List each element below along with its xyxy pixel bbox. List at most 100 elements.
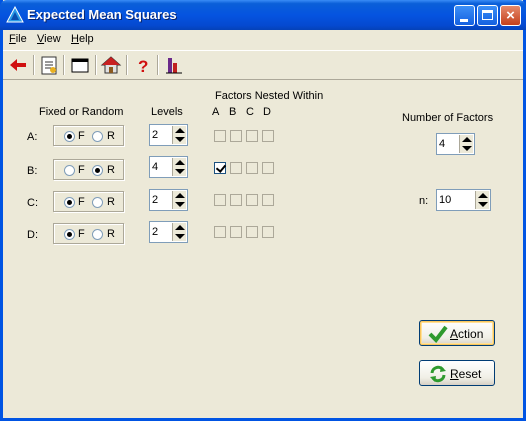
window-title: Expected Mean Squares xyxy=(27,7,177,22)
nested-a-in-d xyxy=(262,130,274,142)
nested-col-b: B xyxy=(229,106,237,118)
nested-b-in-c[interactable] xyxy=(246,162,258,174)
window-icon[interactable] xyxy=(69,54,92,77)
n-stepper[interactable] xyxy=(436,189,491,211)
fixed-radio-a[interactable] xyxy=(64,131,75,142)
menu-help-accel: H xyxy=(71,33,79,45)
nested-c-in-d[interactable] xyxy=(262,194,274,206)
nested-d-in-d xyxy=(262,226,274,238)
levels-stepper-d[interactable] xyxy=(149,221,188,243)
menu-help[interactable]: Help xyxy=(71,33,94,45)
reset-accel: R xyxy=(450,367,459,381)
levels-stepper-c[interactable] xyxy=(149,189,188,211)
spin-down-icon[interactable] xyxy=(175,234,185,239)
spin-up-icon[interactable] xyxy=(478,193,488,198)
nested-d-in-a[interactable] xyxy=(214,226,226,238)
fixed-label-c: F xyxy=(78,196,85,208)
nested-b-in-b xyxy=(230,162,242,174)
factor-label-d: D: xyxy=(27,229,38,241)
spin-down-icon[interactable] xyxy=(462,146,472,151)
spin-up-icon[interactable] xyxy=(175,160,185,165)
reset-rest: eset xyxy=(458,367,482,381)
action-label: Action xyxy=(450,327,483,341)
close-button[interactable]: × xyxy=(500,5,521,26)
help-icon[interactable]: ? xyxy=(131,54,154,77)
levels-spin-d[interactable] xyxy=(172,223,186,241)
main-window: Expected Mean Squares × File View Help ?… xyxy=(0,0,526,421)
levels-input-a[interactable] xyxy=(152,127,172,143)
random-radio-a[interactable] xyxy=(92,131,103,142)
home-icon[interactable] xyxy=(100,54,123,77)
action-accel: A xyxy=(450,327,459,341)
fixed-label-b: F xyxy=(78,164,85,176)
levels-input-d[interactable] xyxy=(152,224,172,240)
random-label-c: R xyxy=(107,196,115,208)
random-label-a: R xyxy=(107,130,115,142)
spin-up-icon[interactable] xyxy=(462,137,472,142)
minimize-button[interactable] xyxy=(454,5,475,26)
fixed-radio-d[interactable] xyxy=(64,229,75,240)
fixed-label-a: F xyxy=(78,130,85,142)
menu-file[interactable]: File xyxy=(9,33,27,45)
menu-help-rest: elp xyxy=(78,33,94,45)
refresh-icon xyxy=(430,365,446,383)
checkmark-icon xyxy=(428,325,448,344)
menu-file-rest: ile xyxy=(15,33,27,45)
num-factors-input[interactable] xyxy=(439,136,459,152)
n-spin[interactable] xyxy=(475,191,489,209)
nested-c-in-c xyxy=(246,194,258,206)
random-label-b: R xyxy=(107,164,115,176)
minimize-icon xyxy=(460,19,468,22)
num-factors-spin[interactable] xyxy=(459,135,473,153)
nested-d-in-b[interactable] xyxy=(230,226,242,238)
random-radio-d[interactable] xyxy=(92,229,103,240)
nested-col-d: D xyxy=(263,106,271,118)
n-input[interactable] xyxy=(439,192,473,208)
back-arrow-icon[interactable] xyxy=(7,54,30,77)
random-radio-c[interactable] xyxy=(92,197,103,208)
nested-c-in-b[interactable] xyxy=(230,194,242,206)
fixed-radio-b[interactable] xyxy=(64,165,75,176)
levels-spin-b[interactable] xyxy=(172,158,186,176)
fixed-label-d: F xyxy=(78,228,85,240)
nested-a-in-a xyxy=(214,130,226,142)
spin-up-icon[interactable] xyxy=(175,128,185,133)
maximize-button[interactable] xyxy=(477,5,498,26)
nested-b-in-d[interactable] xyxy=(262,162,274,174)
levels-input-c[interactable] xyxy=(152,192,172,208)
spin-up-icon[interactable] xyxy=(175,225,185,230)
levels-stepper-b[interactable] xyxy=(149,156,188,178)
nested-d-in-c[interactable] xyxy=(246,226,258,238)
levels-spin-a[interactable] xyxy=(172,126,186,144)
levels-input-b[interactable] xyxy=(152,159,172,175)
reset-button[interactable]: Reset xyxy=(419,360,495,386)
fixed-radio-c[interactable] xyxy=(64,197,75,208)
spin-up-icon[interactable] xyxy=(175,193,185,198)
num-factors-stepper[interactable] xyxy=(436,133,475,155)
spin-down-icon[interactable] xyxy=(175,137,185,142)
nested-col-a: A xyxy=(212,106,220,118)
spin-down-icon[interactable] xyxy=(478,202,488,207)
factor-label-b: B: xyxy=(27,165,38,177)
spin-down-icon[interactable] xyxy=(175,202,185,207)
title-bar[interactable]: Expected Mean Squares × xyxy=(0,0,526,30)
spin-down-icon[interactable] xyxy=(175,169,185,174)
app-triangle-icon xyxy=(6,6,24,23)
toolbar-separator xyxy=(157,55,159,75)
nested-b-in-a[interactable] xyxy=(214,162,226,174)
levels-spin-c[interactable] xyxy=(172,191,186,209)
toolbar-separator xyxy=(126,55,128,75)
levels-stepper-a[interactable] xyxy=(149,124,188,146)
chart-icon[interactable] xyxy=(163,54,186,77)
random-radio-b[interactable] xyxy=(92,165,103,176)
reset-label: Reset xyxy=(450,367,481,381)
fixed-random-group-a: F R xyxy=(53,125,124,146)
menu-bar: File View Help xyxy=(3,30,523,48)
nested-a-in-b xyxy=(230,130,242,142)
factor-label-c: C: xyxy=(27,197,38,209)
menu-file-accel: F xyxy=(9,33,16,45)
menu-view[interactable]: View xyxy=(37,33,61,45)
nested-c-in-a[interactable] xyxy=(214,194,226,206)
action-button[interactable]: Action xyxy=(419,320,495,346)
document-icon[interactable] xyxy=(38,54,61,77)
